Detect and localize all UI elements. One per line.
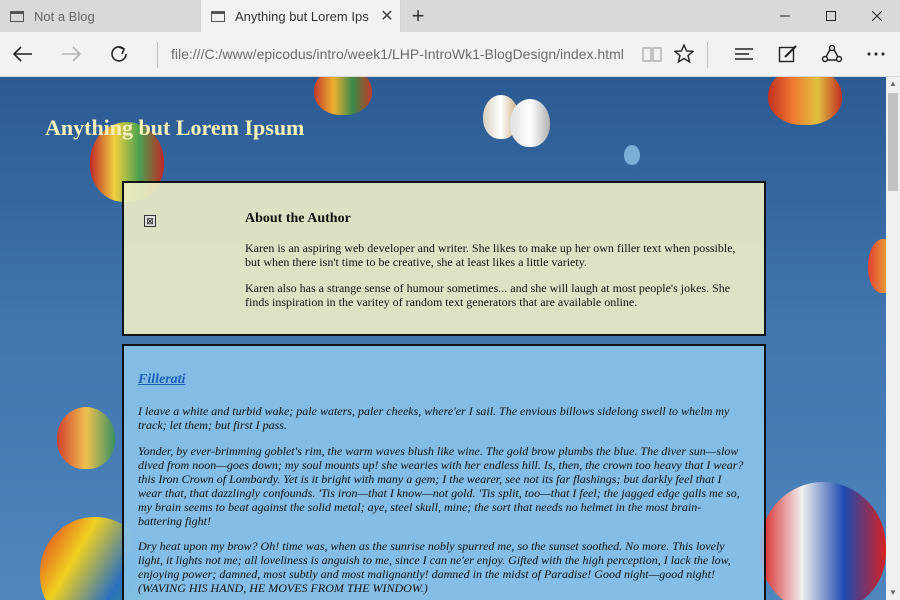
about-author-section: ⊠ About the Author Karen is an aspiring … (122, 181, 766, 336)
tab-not-a-blog[interactable]: Not a Blog (0, 0, 199, 32)
new-tab-button[interactable]: + (403, 0, 433, 32)
favorite-star-icon (674, 44, 694, 64)
reading-view-button[interactable] (636, 38, 668, 70)
page-icon (10, 10, 24, 22)
tab-label: Anything but Lorem Ips (235, 8, 369, 24)
separator (707, 42, 708, 68)
minimize-icon (780, 15, 790, 17)
close-icon (872, 11, 882, 21)
navigation-bar: file:///C:/www/epicodus/intro/week1/LHP-… (0, 32, 900, 77)
share-button[interactable] (816, 38, 848, 70)
hot-air-balloon-image (624, 145, 640, 165)
reading-view-icon (642, 47, 662, 62)
web-note-button[interactable] (772, 38, 804, 70)
maximize-button[interactable] (808, 0, 854, 32)
forward-button[interactable] (55, 38, 87, 70)
post-paragraph: Yonder, by ever-brimming goblet's rim, t… (138, 444, 744, 528)
favorite-button[interactable] (668, 38, 700, 70)
close-window-button[interactable] (854, 0, 900, 32)
hub-icon (735, 48, 753, 60)
refresh-icon (111, 46, 127, 62)
post-title-link[interactable]: Fillerati (138, 372, 185, 388)
hub-button[interactable] (728, 38, 760, 70)
hot-air-balloon-image (868, 239, 886, 293)
broken-image-icon: ⊠ (144, 215, 156, 227)
author-bio-paragraph: Karen also has a strange sense of humour… (245, 281, 731, 309)
blog-post-section: Fillerati I leave a white and turbid wak… (122, 344, 766, 600)
more-button[interactable] (860, 38, 892, 70)
minimize-button[interactable] (762, 0, 808, 32)
address-field[interactable]: file:///C:/www/epicodus/intro/week1/LHP-… (171, 43, 631, 65)
more-icon (867, 52, 885, 56)
hot-air-balloon-image (510, 99, 550, 147)
tab-label: Not a Blog (34, 8, 95, 24)
back-icon (13, 46, 32, 62)
hot-air-balloon-image (314, 77, 372, 115)
vertical-scrollbar[interactable]: ▲ ▼ (886, 77, 900, 600)
page-viewport: Anything but Lorem Ipsum ⊠ About the Aut… (0, 77, 886, 600)
web-note-icon (778, 45, 797, 63)
back-button[interactable] (7, 38, 39, 70)
post-paragraph: Dry heat upon my brow? Oh! time was, whe… (138, 539, 731, 595)
author-bio-paragraph: Karen is an aspiring web developer and w… (245, 241, 736, 269)
refresh-button[interactable] (103, 38, 135, 70)
tab-anything-but-lorem-ipsum[interactable]: Anything but Lorem Ips ✕ (200, 0, 401, 32)
forward-icon (62, 46, 81, 62)
site-title: Anything but Lorem Ipsum (45, 115, 305, 140)
hot-air-balloon-image (57, 407, 115, 469)
tab-strip: Not a Blog Anything but Lorem Ips ✕ + (0, 0, 900, 33)
hot-air-balloon-image (760, 482, 886, 600)
share-icon (821, 44, 843, 63)
hot-air-balloon-image (768, 77, 842, 125)
scroll-down-icon[interactable]: ▼ (886, 586, 900, 600)
page-icon (211, 10, 225, 22)
separator (157, 42, 158, 68)
author-heading: About the Author (245, 211, 351, 226)
scroll-thumb[interactable] (888, 93, 898, 191)
scroll-up-icon[interactable]: ▲ (886, 77, 900, 91)
tab-close-icon[interactable]: ✕ (374, 6, 400, 26)
maximize-icon (826, 11, 836, 21)
post-paragraph: I leave a white and turbid wake; pale wa… (138, 404, 730, 432)
